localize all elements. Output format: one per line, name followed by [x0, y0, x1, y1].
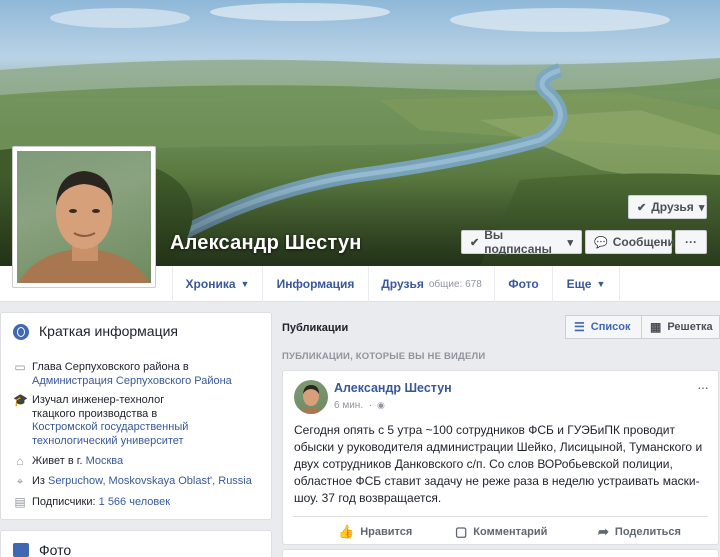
tab-photos[interactable]: Фото [494, 266, 552, 302]
checkmark-icon: ✔ [637, 201, 647, 214]
intro-card: Краткая информация ▭ Глава Серпуховского… [0, 312, 272, 520]
message-button-label: Сообщение [612, 235, 682, 249]
list-icon: ☰ [574, 320, 585, 334]
post-author-avatar[interactable] [294, 380, 328, 414]
info-from-text: Из [32, 475, 45, 487]
more-options-button[interactable]: ··· [675, 230, 707, 254]
post-actions-bar: 👍 Нравится ▢ Комментарий ➦ Поделиться [293, 516, 708, 546]
audience-icon: · [368, 400, 373, 411]
share-button[interactable]: ➦ Поделиться [598, 517, 681, 547]
info-education: 🎓 Изучал инженер-технолог ткацкого произ… [13, 393, 193, 448]
thumbs-up-icon: 👍 [338, 524, 355, 539]
tab-timeline-label: Хроника [185, 277, 236, 291]
share-label: Поделиться [614, 526, 681, 538]
tab-about[interactable]: Информация [262, 266, 368, 302]
like-button[interactable]: 👍 Нравится [338, 517, 412, 547]
post-body: Сегодня опять с 5 утра ~100 сотрудников … [294, 423, 703, 505]
briefcase-icon: ▭ [14, 360, 26, 374]
globe-icon [13, 324, 29, 340]
intro-title: Краткая информация [39, 323, 178, 339]
subscribed-button[interactable]: ✔ Вы подписаны ▾ [461, 228, 582, 256]
comment-button[interactable]: ▢ Комментарий [455, 517, 547, 547]
share-icon: ➦ [598, 524, 609, 539]
next-post-card [282, 549, 719, 557]
more-options-icon: ··· [685, 235, 697, 249]
tab-more-label: Еще [566, 277, 592, 291]
info-education-link[interactable]: Костромской государственный технологичес… [32, 421, 188, 447]
tab-timeline[interactable]: Хроника ▼ [172, 266, 262, 302]
tab-about-label: Информация [276, 277, 355, 291]
comment-icon: ▢ [455, 524, 468, 539]
chevron-down-icon: ▼ [596, 279, 606, 289]
like-label: Нравится [360, 526, 413, 538]
info-work-text: Глава Серпуховского района в [32, 361, 189, 373]
post-timestamp[interactable]: 6 мин. · ◉ [334, 400, 385, 411]
info-lives-in-link[interactable]: Москва [86, 455, 124, 467]
post-time-label: 6 мин. [334, 400, 364, 411]
grid-view-button[interactable]: ▦ Решетка [641, 315, 720, 339]
info-work: ▭ Глава Серпуховского района в Администр… [13, 360, 263, 388]
info-subscribers-text: Подписчики: [32, 496, 96, 508]
info-lives-in: ⌂ Живет в г. Москва [13, 454, 263, 469]
photo-icon [13, 543, 29, 557]
chevron-down-icon: ▼ [240, 279, 250, 289]
list-view-button[interactable]: ☰ Список [565, 315, 642, 339]
checkmark-icon: ✔ [470, 236, 480, 249]
info-work-link[interactable]: Администрация Серпуховского Района [32, 375, 232, 387]
unseen-posts-label: ПУБЛИКАЦИИ, КОТОРЫЕ ВЫ НЕ ВИДЕЛИ [282, 351, 486, 362]
info-subscribers: ▤ Подписчики: 1 566 человек [13, 495, 263, 510]
tab-photos-label: Фото [508, 277, 539, 291]
message-button[interactable]: 💬 Сообщение [585, 230, 682, 254]
chevron-down-icon: ▾ [567, 236, 573, 249]
grid-icon: ▦ [650, 320, 662, 334]
profile-photo [17, 151, 151, 283]
publications-title: Публикации [282, 322, 349, 334]
profile-picture[interactable] [12, 146, 156, 288]
tab-friends-label: Друзья [381, 277, 424, 291]
post-options-icon[interactable]: ··· [697, 379, 709, 395]
comment-label: Комментарий [473, 526, 548, 538]
profile-name[interactable]: Александр Шестун [170, 232, 362, 255]
photos-title[interactable]: Фото [39, 542, 71, 557]
friends-button-label: Друзья [651, 200, 694, 214]
globe-icon: ◉ [377, 400, 385, 410]
info-education-text: Изучал инженер-технолог ткацкого произво… [32, 394, 165, 420]
info-from-link[interactable]: Serpuchow, Moskovskaya Oblast', Russia [48, 475, 252, 487]
tab-friends[interactable]: Друзья общие: 678 [368, 266, 494, 302]
home-icon: ⌂ [16, 454, 24, 468]
tab-more[interactable]: Еще ▼ [552, 266, 620, 302]
chevron-down-icon: ▾ [698, 201, 705, 214]
info-from: ⌖ Из Serpuchow, Moskovskaya Oblast', Rus… [13, 474, 263, 489]
mutual-friends-count: общие: 678 [428, 278, 482, 290]
subscribed-button-label: Вы подписаны [484, 228, 552, 256]
messenger-icon: 💬 [594, 236, 608, 249]
friends-button[interactable]: ✔ Друзья ▾ [628, 195, 707, 219]
info-subscribers-link[interactable]: 1 566 человек [99, 496, 170, 508]
list-view-label: Список [590, 321, 631, 333]
photos-card: Фото [0, 530, 272, 557]
post-author-name[interactable]: Александр Шестун [334, 381, 452, 395]
subscribers-icon: ▤ [14, 495, 26, 509]
info-lives-in-text: Живет в г. [32, 455, 83, 467]
graduation-cap-icon: 🎓 [13, 393, 28, 407]
location-pin-icon: ⌖ [16, 474, 24, 488]
post-card: Александр Шестун 6 мин. · ◉ ··· Сегодня … [282, 370, 719, 545]
grid-view-label: Решетка [667, 321, 713, 333]
